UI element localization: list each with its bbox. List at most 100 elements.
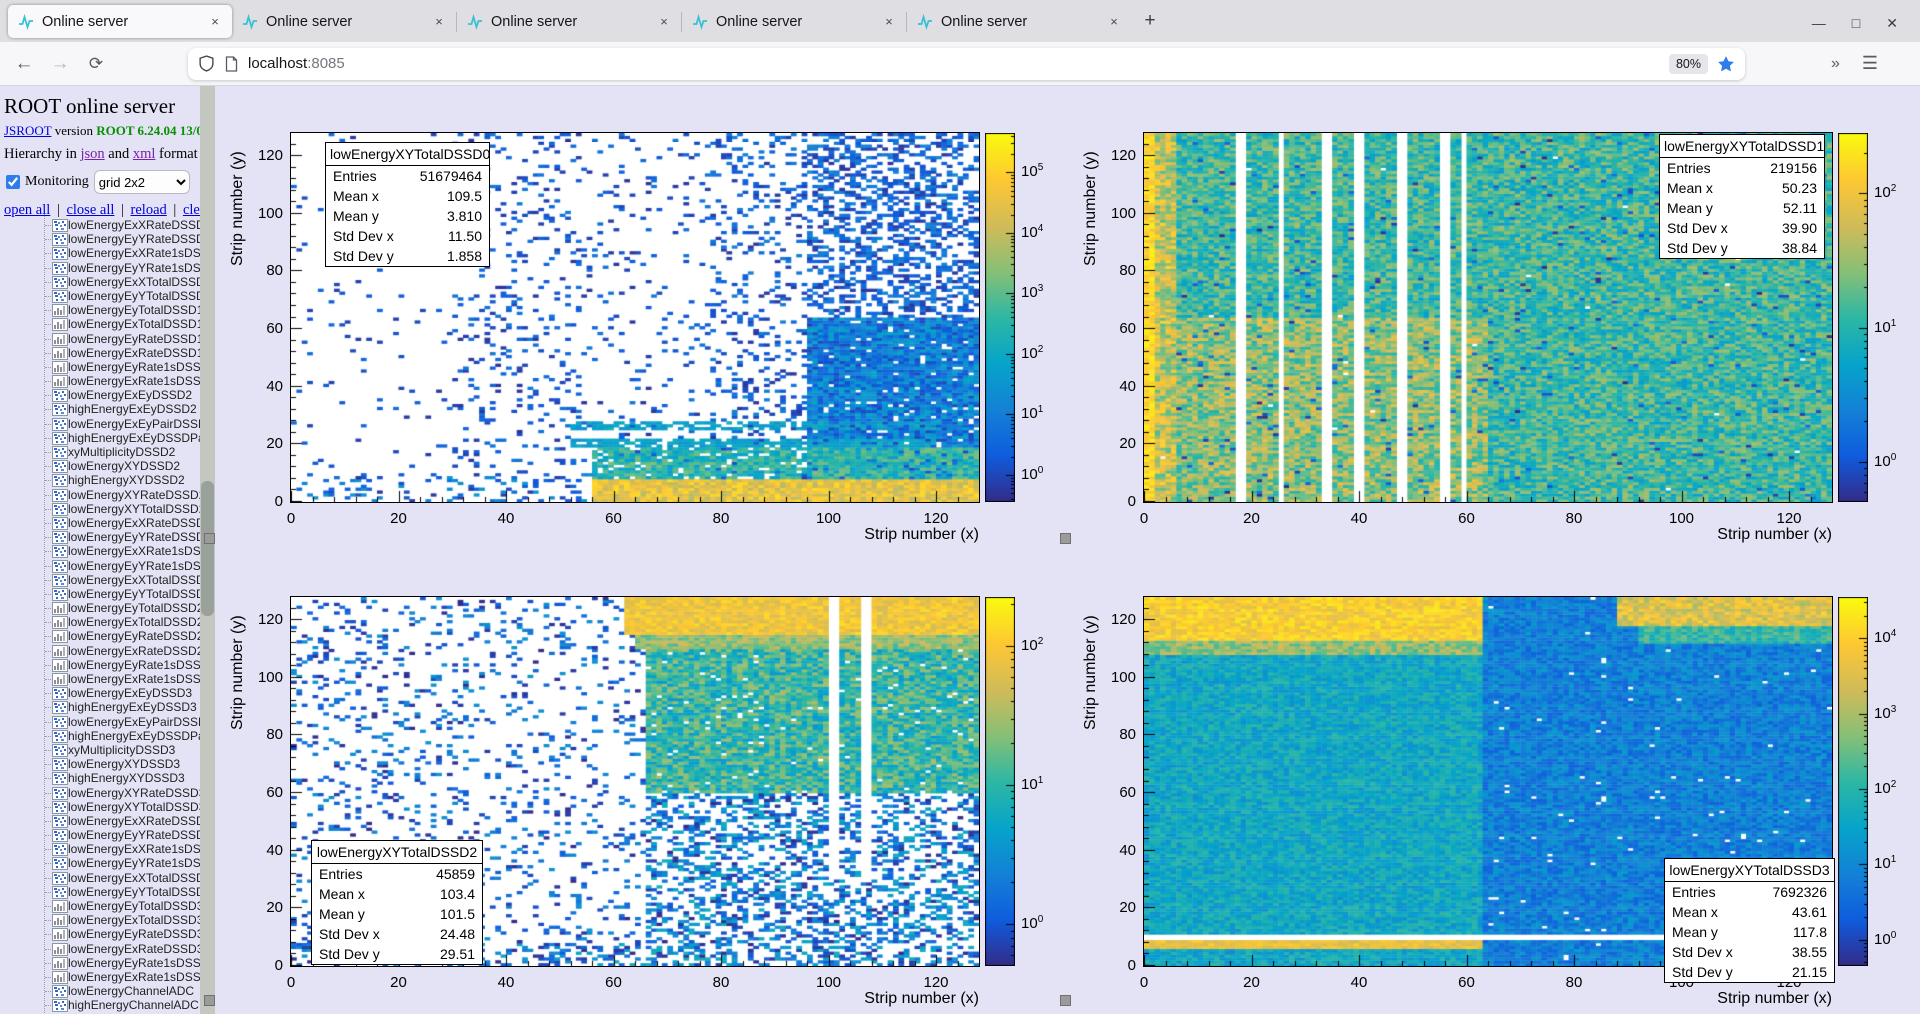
tree-item[interactable]: lowEnergyXYRateDSSD2 (0, 488, 200, 502)
tab-close-icon[interactable]: × (655, 14, 673, 29)
forward-icon[interactable]: → (46, 53, 74, 75)
tree-item[interactable]: lowEnergyExEyPairDSSD2 (0, 417, 200, 431)
colorbar[interactable] (985, 597, 1015, 966)
page-icon[interactable] (224, 56, 239, 72)
tree-item[interactable]: lowEnergyXYTotalDSSD2 (0, 502, 200, 516)
tree-item[interactable]: lowEnergyEyTotalDSSD3 (0, 899, 200, 913)
zoom-level-badge[interactable]: 80% (1669, 54, 1708, 74)
resize-grip[interactable] (1060, 995, 1071, 1006)
tree-item[interactable]: lowEnergyEyYRate1sDSSD1 (0, 261, 200, 275)
close-icon[interactable]: ✕ (1886, 16, 1898, 30)
tree-item[interactable]: lowEnergyEyRateDSSD2 (0, 629, 200, 643)
tree-item[interactable]: highEnergyExEyDSSDPair3 (0, 729, 200, 743)
xml-link[interactable]: xml (133, 146, 156, 162)
tree-item[interactable]: lowEnergyExXRate1sDSSD1 (0, 246, 200, 260)
tree-item[interactable]: highEnergyChannelADC (0, 998, 200, 1012)
tree-item[interactable]: lowEnergyEyYTotalDSSD2 (0, 587, 200, 601)
browser-tab[interactable]: Online server × (232, 5, 456, 38)
url-bar[interactable]: localhost:8085 80% (188, 48, 1745, 80)
shield-icon[interactable] (198, 55, 215, 72)
tree-item[interactable]: highEnergyExEyDSSD3 (0, 700, 200, 714)
tree-item[interactable]: lowEnergyEyRate1sDSSD3 (0, 956, 200, 970)
sidebar-scrollbar[interactable] (200, 86, 215, 1014)
stats-box[interactable]: lowEnergyXYTotalDSSD1 Entries219156Mean … (1659, 134, 1825, 259)
tree-item[interactable]: lowEnergyEyTotalDSSD2 (0, 601, 200, 615)
colorbar[interactable] (1838, 133, 1868, 502)
resize-grip[interactable] (204, 533, 215, 544)
browser-tab[interactable]: Online server × (907, 5, 1131, 38)
stats-box[interactable]: lowEnergyXYTotalDSSD2 Entries45859Mean x… (311, 840, 483, 965)
colorbar[interactable] (1838, 597, 1868, 966)
tree-item[interactable]: lowEnergyXYTotalDSSD3 (0, 800, 200, 814)
new-tab-button[interactable]: + (1135, 7, 1165, 37)
browser-tab[interactable]: Online server × (8, 5, 232, 38)
tree-item[interactable]: lowEnergyExRate1sDSSD1 (0, 374, 200, 388)
browser-tab[interactable]: Online server × (457, 5, 681, 38)
resize-grip[interactable] (1060, 533, 1071, 544)
tree-item[interactable]: lowEnergyExXRateDSSD3 (0, 814, 200, 828)
tree-item[interactable]: lowEnergyEyYRate1sDSSD2 (0, 559, 200, 573)
tree-item[interactable]: lowEnergyExRateDSSD3 (0, 942, 200, 956)
tab-close-icon[interactable]: × (1105, 14, 1123, 29)
tab-close-icon[interactable]: × (880, 14, 898, 29)
maximize-icon[interactable]: □ (1852, 16, 1860, 30)
tree-item[interactable]: lowEnergyExXRate1sDSSD2 (0, 544, 200, 558)
tree-item[interactable]: lowEnergyXYDSSD2 (0, 459, 200, 473)
resize-grip[interactable] (204, 995, 215, 1006)
jsroot-link[interactable]: JSROOT (4, 123, 51, 138)
tree-item[interactable]: highEnergyXYDSSD2 (0, 473, 200, 487)
hamburger-menu-icon[interactable]: ☰ (1862, 53, 1878, 74)
tree-item[interactable]: lowEnergyExEyPairDSSD3 (0, 715, 200, 729)
close-all-link[interactable]: close all (66, 202, 114, 218)
browser-tab[interactable]: Online server × (682, 5, 906, 38)
tree-item[interactable]: lowEnergyEyYRateDSSD2 (0, 530, 200, 544)
tree-item[interactable]: lowEnergyExTotalDSSD2 (0, 615, 200, 629)
layout-mode-select[interactable]: grid 2x2 (94, 170, 190, 194)
tree-item[interactable]: lowEnergyExTotalDSSD1 (0, 317, 200, 331)
tab-close-icon[interactable]: × (430, 14, 448, 29)
tree-item[interactable]: highEnergyExEyDSSDPair2 (0, 431, 200, 445)
tree-item[interactable]: lowEnergyExRate1sDSSD3 (0, 970, 200, 984)
tree-item[interactable]: lowEnergyEyYTotalDSSD1 (0, 289, 200, 303)
tree-item[interactable]: lowEnergyEyRateDSSD1 (0, 332, 200, 346)
tree-item[interactable]: lowEnergyExRateDSSD2 (0, 644, 200, 658)
url-text[interactable]: localhost:8085 (248, 55, 345, 72)
tree-item[interactable]: lowEnergyEyYRateDSSD1 (0, 232, 200, 246)
tree-item[interactable]: lowEnergyExXRate1sDSSD3 (0, 842, 200, 856)
tree-item[interactable]: lowEnergyExTotalDSSD3 (0, 913, 200, 927)
bookmark-star-icon[interactable] (1717, 55, 1735, 73)
tree-item[interactable]: lowEnergyChannelADC (0, 984, 200, 998)
minimize-icon[interactable]: — (1812, 16, 1826, 30)
stats-box[interactable]: lowEnergyXYTotalDSSD0 Entries51679464Mea… (325, 142, 490, 267)
json-link[interactable]: json (81, 146, 105, 162)
tree-item[interactable]: lowEnergyExXRateDSSD1 (0, 218, 200, 232)
tree-item[interactable]: lowEnergyExEyDSSD2 (0, 388, 200, 402)
tree-item[interactable]: lowEnergyExRate1sDSSD2 (0, 672, 200, 686)
clear-link[interactable]: clear (183, 202, 200, 218)
tree-item[interactable]: lowEnergyExXTotalDSSD2 (0, 573, 200, 587)
tree-item[interactable]: lowEnergyEyRateDSSD3 (0, 927, 200, 941)
tree-item[interactable]: xyMultiplicityDSSD3 (0, 743, 200, 757)
tree-item[interactable]: lowEnergyExRateDSSD1 (0, 346, 200, 360)
stats-box[interactable]: lowEnergyXYTotalDSSD3 Entries7692326Mean… (1664, 858, 1835, 983)
tree-item[interactable]: highEnergyExEyDSSD2 (0, 402, 200, 416)
sidebar-scrollbar-thumb[interactable] (201, 481, 214, 616)
tree-item[interactable]: lowEnergyEyTotalDSSD1 (0, 303, 200, 317)
tree-item[interactable]: lowEnergyEyYRateDSSD3 (0, 828, 200, 842)
reload-link[interactable]: reload (131, 202, 167, 218)
extensions-overflow-icon[interactable]: » (1831, 55, 1840, 73)
tree-item[interactable]: lowEnergyEyRate1sDSSD1 (0, 360, 200, 374)
colorbar[interactable] (985, 133, 1015, 502)
tree-item[interactable]: xyMultiplicityDSSD2 (0, 445, 200, 459)
tree-item[interactable]: lowEnergyExEyDSSD3 (0, 686, 200, 700)
tree-item[interactable]: highEnergyXYDSSD3 (0, 771, 200, 785)
back-icon[interactable]: ← (10, 53, 38, 75)
tree-item[interactable]: lowEnergyXYDSSD3 (0, 757, 200, 771)
tree-item[interactable]: lowEnergyExXRateDSSD2 (0, 516, 200, 530)
tree-item[interactable]: lowEnergyExXTotalDSSD1 (0, 275, 200, 289)
tree-item[interactable]: lowEnergyEyRate1sDSSD2 (0, 658, 200, 672)
tree-item[interactable]: lowEnergyXYRateDSSD3 (0, 786, 200, 800)
reload-icon[interactable]: ⟳ (82, 54, 110, 74)
tree-item[interactable]: lowEnergyEyYRate1sDSSD3 (0, 856, 200, 870)
tree-item[interactable]: lowEnergyEyYTotalDSSD3 (0, 885, 200, 899)
